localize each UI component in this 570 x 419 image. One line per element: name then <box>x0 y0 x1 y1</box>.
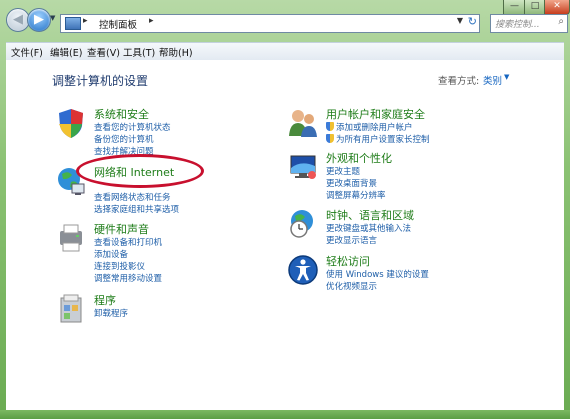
category-title-clock-language[interactable]: 时钟、语言和区域 <box>326 207 414 223</box>
link-add-remove-accounts[interactable]: 添加或删除用户帐户 <box>326 121 413 133</box>
link-uninstall-program[interactable]: 卸载程序 <box>94 307 128 319</box>
link-adjust-resolution[interactable]: 调整屏幕分辨率 <box>326 189 386 201</box>
link-mobility-settings[interactable]: 调整常用移动设置 <box>94 272 162 284</box>
search-box[interactable]: 搜索控制... ⌕ <box>490 14 568 33</box>
uac-shield-icon <box>326 134 334 143</box>
link-optimize-visual-display[interactable]: 优化视频显示 <box>326 280 377 292</box>
page-title: 调整计算机的设置 <box>52 74 149 88</box>
link-parental-controls[interactable]: 为所有用户设置家长控制 <box>326 133 430 145</box>
appearance-icon <box>290 155 316 179</box>
menu-view[interactable]: 查看(V) <box>87 45 120 59</box>
link-view-computer-status[interactable]: 查看您的计算机状态 <box>94 121 171 133</box>
category-title-programs[interactable]: 程序 <box>94 292 116 308</box>
link-homegroup-sharing[interactable]: 选择家庭组和共享选项 <box>94 203 179 215</box>
chevron-down-icon[interactable]: ▼ <box>504 73 509 81</box>
uac-shield-icon <box>326 122 334 131</box>
link-connect-projector[interactable]: 连接到投影仪 <box>94 260 145 272</box>
users-icon <box>289 110 317 137</box>
link-parental-controls-label: 为所有用户设置家长控制 <box>336 135 430 145</box>
maximize-button[interactable]: □ <box>524 0 546 15</box>
control-panel-icon <box>65 17 81 30</box>
link-change-display-language[interactable]: 更改显示语言 <box>326 234 377 246</box>
link-add-device[interactable]: 添加设备 <box>94 248 128 260</box>
address-bar[interactable]: ▸ 控制面板 ▸ ▼ ↻ <box>60 14 480 33</box>
link-devices-printers[interactable]: 查看设备和打印机 <box>94 236 162 248</box>
programs-icon <box>60 294 82 323</box>
category-title-system-security[interactable]: 系统和安全 <box>94 106 149 122</box>
search-input[interactable]: 搜索控制... <box>495 17 540 30</box>
category-title-ease-of-access[interactable]: 轻松访问 <box>326 253 370 269</box>
breadcrumb-arrow-icon[interactable]: ▸ <box>83 16 88 26</box>
breadcrumb-arrow-icon[interactable]: ▸ <box>149 16 154 26</box>
category-title-user-accounts[interactable]: 用户帐户和家庭安全 <box>326 106 425 122</box>
minimize-button[interactable]: — <box>503 0 526 15</box>
accessibility-icon <box>288 255 318 285</box>
category-title-hardware-sound[interactable]: 硬件和声音 <box>94 221 149 237</box>
maximize-icon: □ <box>530 1 540 11</box>
link-change-theme[interactable]: 更改主题 <box>326 165 360 177</box>
view-by-selector[interactable]: 类别 <box>483 73 502 87</box>
printer-icon <box>60 224 82 252</box>
link-change-input-method[interactable]: 更改键盘或其他输入法 <box>326 222 411 234</box>
content-pane: 调整计算机的设置 查看方式: 类别 ▼ 系统和安全 查看您的计算机状态 备份您的… <box>6 60 564 410</box>
link-view-network-status[interactable]: 查看网络状态和任务 <box>94 191 171 203</box>
close-icon: ✕ <box>553 1 561 11</box>
view-by-label: 查看方式: <box>438 76 480 87</box>
arrow-right-icon: ▶ <box>34 12 44 27</box>
refresh-icon[interactable]: ↻ <box>468 15 477 28</box>
clock-globe-icon <box>290 210 313 238</box>
minimize-icon: — <box>510 1 519 11</box>
link-backup-computer[interactable]: 备份您的计算机 <box>94 133 154 145</box>
highlight-ellipse <box>76 154 204 188</box>
menu-help[interactable]: 帮助(H) <box>159 45 193 59</box>
link-windows-recommended-settings[interactable]: 使用 Windows 建议的设置 <box>326 268 429 280</box>
security-shield-icon <box>59 109 83 138</box>
window-bottom-border <box>0 410 570 419</box>
recent-pages-dropdown[interactable]: ▼ <box>50 14 55 22</box>
link-change-desktop-background[interactable]: 更改桌面背景 <box>326 177 377 189</box>
breadcrumb-control-panel[interactable]: 控制面板 <box>99 17 137 31</box>
forward-button[interactable]: ▶ <box>27 8 51 32</box>
arrow-left-icon: ◀ <box>13 12 23 27</box>
link-add-remove-accounts-label: 添加或删除用户帐户 <box>336 123 413 133</box>
search-icon[interactable]: ⌕ <box>558 16 564 27</box>
menu-edit[interactable]: 编辑(E) <box>50 45 82 59</box>
menu-file[interactable]: 文件(F) <box>11 45 43 59</box>
category-title-appearance[interactable]: 外观和个性化 <box>326 150 392 166</box>
menu-bar: 文件(F) 编辑(E) 查看(V) 工具(T) 帮助(H) <box>6 42 564 61</box>
menu-tools[interactable]: 工具(T) <box>123 45 155 59</box>
close-button[interactable]: ✕ <box>544 0 570 15</box>
chevron-down-icon[interactable]: ▼ <box>457 16 463 25</box>
